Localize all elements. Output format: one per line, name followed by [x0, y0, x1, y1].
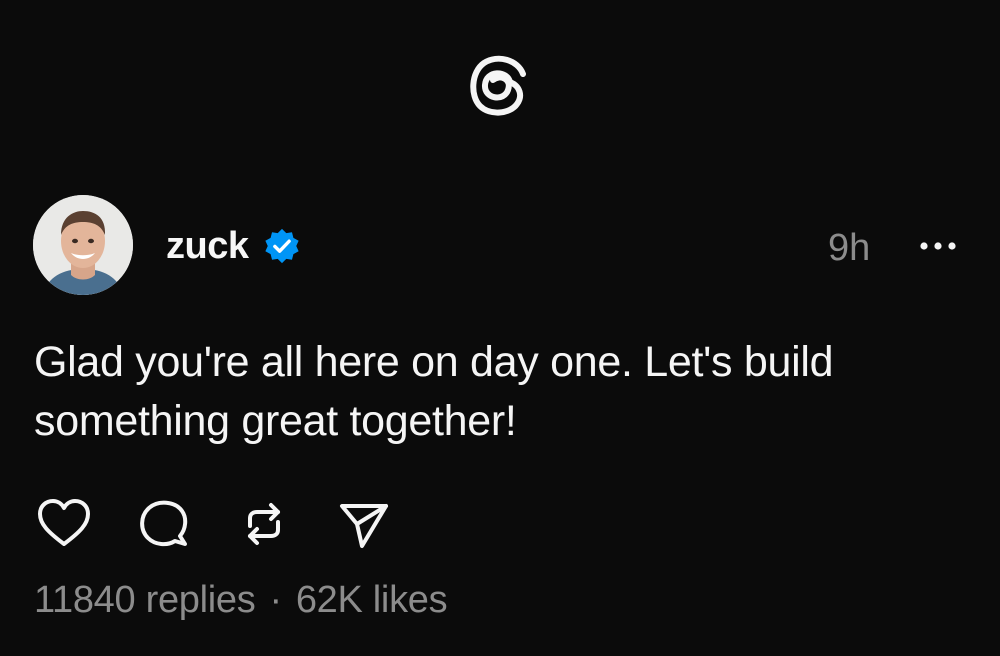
- reply-button[interactable]: [136, 496, 192, 552]
- author-avatar[interactable]: [33, 195, 133, 295]
- stats-separator: ·: [269, 579, 282, 621]
- like-button[interactable]: [36, 496, 92, 552]
- verified-badge-icon: [263, 227, 301, 265]
- comment-icon: [140, 500, 188, 547]
- share-button[interactable]: [336, 496, 392, 552]
- send-icon: [340, 504, 388, 548]
- likes-count[interactable]: 62K likes: [296, 579, 448, 621]
- post-body: Glad you're all here on day one. Let's b…: [34, 338, 834, 445]
- repost-icon: [248, 503, 280, 545]
- more-horizontal-icon[interactable]: [914, 226, 964, 266]
- repost-button[interactable]: [236, 496, 292, 552]
- heart-icon: [38, 499, 90, 546]
- post-timestamp: 9h: [828, 227, 871, 269]
- post-stats: 11840 replies · 62K likes: [34, 576, 448, 624]
- threads-logo-icon[interactable]: [468, 52, 530, 120]
- author-username[interactable]: zuck: [166, 222, 249, 270]
- replies-count[interactable]: 11840 replies: [34, 579, 256, 621]
